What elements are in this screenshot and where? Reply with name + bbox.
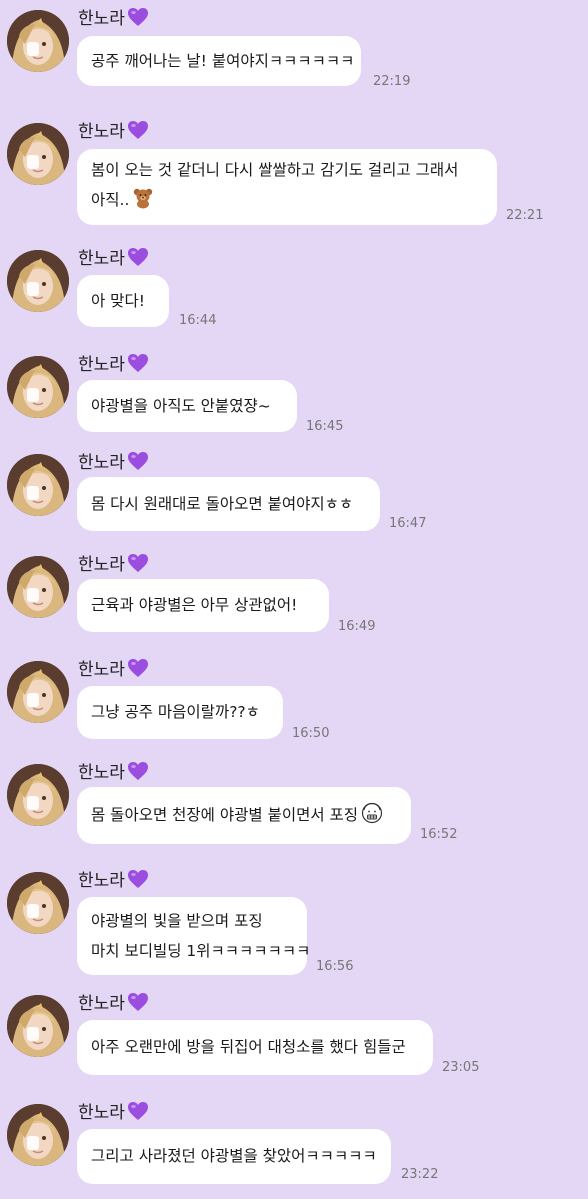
message-bubble[interactable]: 야광별의 빛을 받으며 포징 마치 보디빌딩 1위ㅋㅋㅋㅋㅋㅋㅋ <box>77 897 311 975</box>
sender-name: 한노라 <box>78 448 149 476</box>
sender-name: 한노라 <box>78 244 149 272</box>
sender-name: 한노라 <box>78 4 149 32</box>
message-time: 16:44 <box>179 313 217 328</box>
message-text: 아 맞다! <box>91 292 145 310</box>
sender-name-text: 한노라 <box>78 453 125 473</box>
sender-name-text: 한노라 <box>78 355 125 375</box>
sender-name: 한노라 <box>78 1098 149 1126</box>
message-bubble[interactable]: 근육과 야광별은 아무 상관없어! <box>77 579 329 632</box>
avatar[interactable] <box>7 454 69 516</box>
message-bubble[interactable]: 그리고 사라졌던 야광별을 찾았어ㅋㅋㅋㅋㅋ <box>77 1129 391 1184</box>
message-text: 근육과 야광별은 아무 상관없어! <box>91 596 298 614</box>
purple-heart-icon <box>127 869 149 894</box>
purple-heart-icon <box>127 658 149 683</box>
sender-name-text: 한노라 <box>78 871 125 891</box>
message-bubble[interactable]: 그냥 공주 마음이랄까??ㅎ <box>77 686 283 739</box>
message-text: 야광별을 아직도 안붙였쟝~ <box>91 397 271 415</box>
message-time: 23:05 <box>442 1060 480 1075</box>
message-text: 그리고 사라졌던 야광별을 찾았어ㅋㅋㅋㅋㅋ <box>91 1147 377 1165</box>
message-bubble[interactable]: 몸 다시 원래대로 돌아오면 붙여야지ㅎㅎ <box>77 477 380 531</box>
sender-name: 한노라 <box>78 989 149 1017</box>
message-text: 아주 오랜만에 방을 뒤집어 대청소를 했다 힘들군 <box>91 1038 406 1056</box>
message-time: 16:45 <box>306 419 344 434</box>
message-text: 그냥 공주 마음이랄까??ㅎ <box>91 703 260 721</box>
message-text-line: 아직.. <box>91 191 130 209</box>
avatar[interactable] <box>7 356 69 418</box>
message-time: 16:49 <box>338 619 376 634</box>
sender-name: 한노라 <box>78 550 149 578</box>
sender-name: 한노라 <box>78 350 149 378</box>
purple-heart-icon <box>127 7 149 32</box>
sender-name-text: 한노라 <box>78 249 125 269</box>
message-text: 몸 다시 원래대로 돌아오면 붙여야지ㅎㅎ <box>91 495 354 513</box>
purple-heart-icon <box>127 353 149 378</box>
avatar[interactable] <box>7 556 69 618</box>
message-text: 마치 보디빌딩 1위ㅋㅋㅋㅋㅋㅋㅋ <box>91 942 311 960</box>
grimacing-face-icon <box>361 802 383 834</box>
avatar[interactable] <box>7 872 69 934</box>
sender-name-text: 한노라 <box>78 763 125 783</box>
sender-name: 한노라 <box>78 117 149 145</box>
teddy-bear-icon <box>132 187 154 219</box>
avatar[interactable] <box>7 123 69 185</box>
message-time: 16:50 <box>292 726 330 741</box>
message-text-line: 몸 돌아오면 천장에 야광별 붙이면서 포징 <box>91 806 359 824</box>
avatar[interactable] <box>7 995 69 1057</box>
message-time: 16:47 <box>389 516 427 531</box>
message-bubble[interactable]: 봄이 오는 것 같더니 다시 쌀쌀하고 감기도 걸리고 그래서 아직.. <box>77 149 497 225</box>
message-time: 22:21 <box>506 208 544 223</box>
avatar[interactable] <box>7 661 69 723</box>
avatar[interactable] <box>7 10 69 72</box>
purple-heart-icon <box>127 247 149 272</box>
sender-name-text: 한노라 <box>78 660 125 680</box>
purple-heart-icon <box>127 1101 149 1126</box>
message-time: 16:56 <box>316 959 354 974</box>
purple-heart-icon <box>127 992 149 1017</box>
sender-name-text: 한노라 <box>78 1103 125 1123</box>
purple-heart-icon <box>127 553 149 578</box>
sender-name: 한노라 <box>78 866 149 894</box>
message-bubble[interactable]: 야광별을 아직도 안붙였쟝~ <box>77 380 297 432</box>
purple-heart-icon <box>127 761 149 786</box>
message-text: 공주 깨어나는 날! 붙여야지ㅋㅋㅋㅋㅋㅋ <box>91 52 355 70</box>
sender-name: 한노라 <box>78 758 149 786</box>
avatar[interactable] <box>7 764 69 826</box>
message-bubble[interactable]: 아 맞다! <box>77 275 169 327</box>
message-bubble[interactable]: 몸 돌아오면 천장에 야광별 붙이면서 포징 <box>77 787 411 844</box>
sender-name: 한노라 <box>78 655 149 683</box>
message-time: 22:19 <box>373 74 411 89</box>
sender-name-text: 한노라 <box>78 9 125 29</box>
sender-name-text: 한노라 <box>78 994 125 1014</box>
sender-name-text: 한노라 <box>78 122 125 142</box>
avatar[interactable] <box>7 250 69 312</box>
message-time: 16:52 <box>420 827 458 842</box>
message-bubble[interactable]: 아주 오랜만에 방을 뒤집어 대청소를 했다 힘들군 <box>77 1020 433 1075</box>
message-text: 아직.. <box>91 185 483 219</box>
message-text: 야광별의 빛을 받으며 포징 <box>91 912 263 930</box>
message-time: 23:22 <box>401 1167 439 1182</box>
avatar[interactable] <box>7 1104 69 1166</box>
purple-heart-icon <box>127 120 149 145</box>
message-bubble[interactable]: 공주 깨어나는 날! 붙여야지ㅋㅋㅋㅋㅋㅋ <box>77 36 361 86</box>
message-text: 몸 돌아오면 천장에 야광별 붙이면서 포징 <box>91 800 397 834</box>
message-text: 봄이 오는 것 같더니 다시 쌀쌀하고 감기도 걸리고 그래서 <box>91 161 459 179</box>
sender-name-text: 한노라 <box>78 555 125 575</box>
purple-heart-icon <box>127 451 149 476</box>
